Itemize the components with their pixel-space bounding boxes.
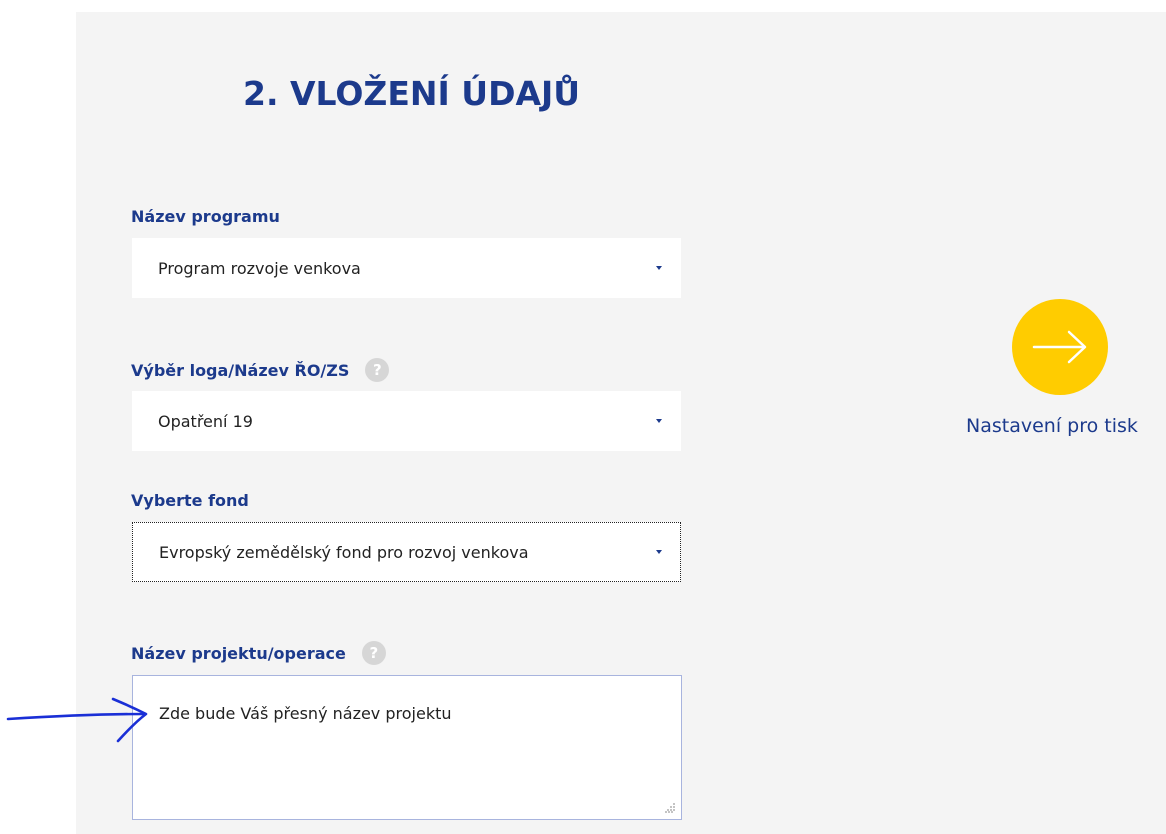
page-title: 2. VLOŽENÍ ÚDAJŮ xyxy=(243,74,581,113)
project-label-text: Název projektu/operace xyxy=(131,643,346,663)
fund-label: Vyberte fond xyxy=(131,491,249,510)
fund-label-text: Vyberte fond xyxy=(131,491,249,510)
next-step-label[interactable]: Nastavení pro tisk xyxy=(966,415,1138,437)
arrow-right-icon xyxy=(1032,330,1087,364)
help-icon[interactable]: ? xyxy=(365,358,390,382)
caret-down-icon xyxy=(656,419,662,423)
logo-label: Výběr loga/Název ŘO/ZS ? xyxy=(131,358,390,382)
resize-grip-icon[interactable] xyxy=(665,803,675,813)
program-select-value: Program rozvoje venkova xyxy=(158,258,361,278)
caret-down-icon xyxy=(656,550,662,554)
project-label: Název projektu/operace ? xyxy=(131,641,386,665)
project-name-value: Zde bude Váš přesný název projektu xyxy=(159,704,452,723)
logo-select-value: Opatření 19 xyxy=(158,411,253,431)
help-icon[interactable]: ? xyxy=(361,641,386,665)
logo-label-text: Výběr loga/Název ŘO/ZS xyxy=(131,360,350,380)
logo-select[interactable]: Opatření 19 xyxy=(132,391,681,451)
annotation-arrow-icon xyxy=(6,697,148,743)
program-select[interactable]: Program rozvoje venkova xyxy=(132,238,681,298)
next-step-button[interactable] xyxy=(1012,299,1108,395)
fund-select-value: Evropský zemědělský fond pro rozvoj venk… xyxy=(159,542,529,562)
program-label-text: Název programu xyxy=(131,207,280,226)
caret-down-icon xyxy=(656,266,662,270)
fund-select[interactable]: Evropský zemědělský fond pro rozvoj venk… xyxy=(132,522,681,582)
project-name-textarea[interactable]: Zde bude Váš přesný název projektu xyxy=(132,675,682,820)
program-label: Název programu xyxy=(131,207,280,226)
